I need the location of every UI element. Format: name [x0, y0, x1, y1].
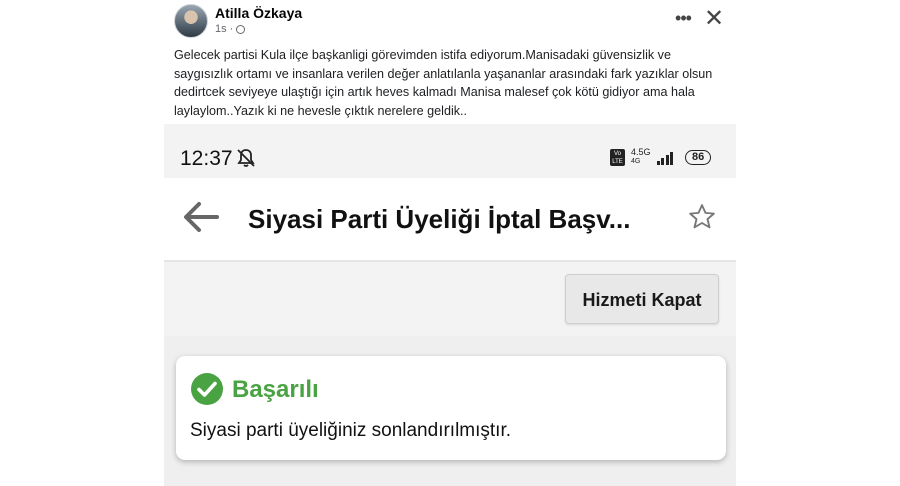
post-time[interactable]: 1s [215, 23, 227, 35]
muted-bell-icon [237, 149, 255, 167]
page-title: Siyasi Parti Üyeliği İptal Başv... [248, 204, 631, 234]
globe-icon [236, 24, 246, 34]
battery-indicator: 86 [685, 149, 712, 165]
close-service-button[interactable]: Hizmeti Kapat [565, 274, 719, 324]
post-text: Gelecek partisi Kula ilçe başkanligi gör… [174, 48, 713, 118]
app-header: Siyasi Parti Üyeliği İptal Başv... [164, 178, 736, 262]
more-options-icon[interactable]: ••• [670, 6, 696, 32]
star-icon[interactable] [687, 202, 717, 232]
signal-icon [656, 150, 674, 165]
author-name[interactable]: Atilla Özkaya [215, 5, 302, 21]
volte-badge: Vo LTE [610, 148, 625, 166]
facebook-post: Atilla Özkaya 1s · ••• ✕ Gelecek partisi… [164, 0, 736, 486]
success-alert: Başarılı Siyasi parti üyeliğiniz sonland… [176, 356, 726, 460]
success-check-icon [191, 373, 223, 405]
back-arrow-icon[interactable] [182, 200, 220, 234]
action-row: Hizmeti Kapat [164, 262, 736, 336]
avatar[interactable] [174, 4, 208, 38]
alert-title: Başarılı [232, 376, 319, 403]
alert-message: Siyasi parti üyeliğiniz sonlandırılmıştı… [190, 420, 512, 441]
phone-status-bar: 12:37 Vo LTE 4.5G 4G 86 [164, 124, 736, 178]
network-subtype: 4G [631, 158, 641, 165]
network-type: 4.5G [631, 147, 651, 157]
status-time: 12:37 [180, 147, 233, 170]
system-icons: Vo LTE 4.5G 4G 86 [610, 148, 712, 166]
close-icon[interactable]: ✕ [701, 6, 727, 32]
attached-screenshot[interactable]: 12:37 Vo LTE 4.5G 4G 86 Siyasi Parti Üye… [164, 124, 736, 486]
network-indicator: 4.5G 4G [631, 148, 651, 166]
post-meta: 1s · [215, 23, 246, 35]
